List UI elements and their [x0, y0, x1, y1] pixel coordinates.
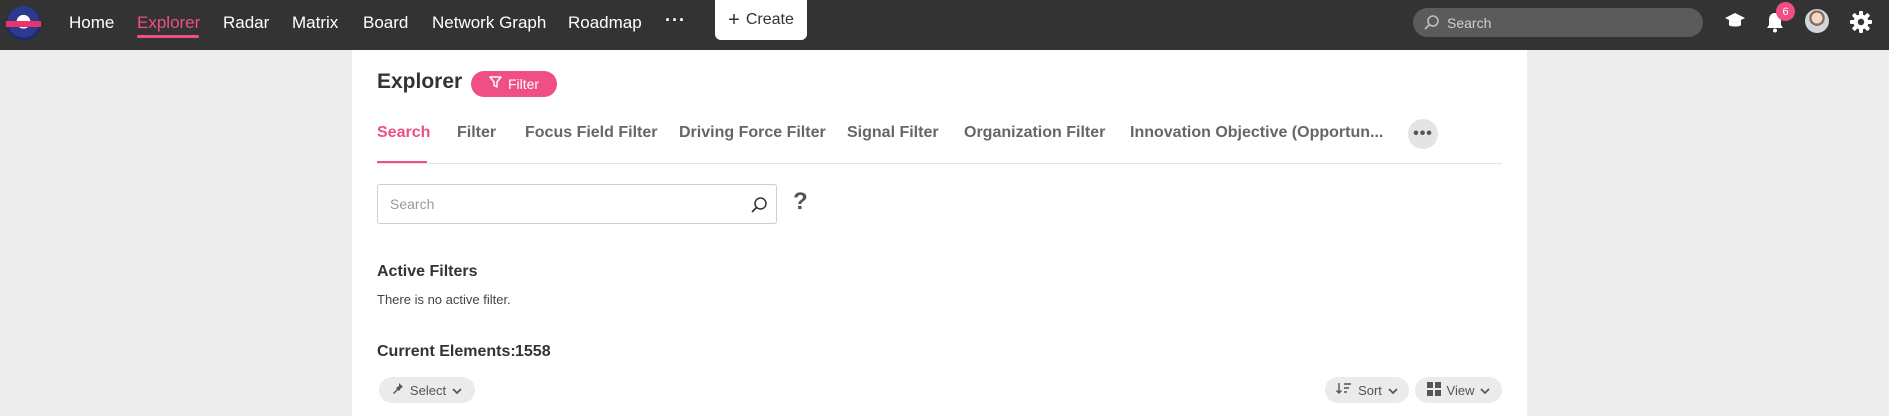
- logo-ribbon: [6, 21, 41, 27]
- global-search[interactable]: [1413, 8, 1703, 37]
- nav-item-roadmap[interactable]: Roadmap: [568, 13, 642, 33]
- help-icon[interactable]: ?: [793, 188, 808, 216]
- tab-search[interactable]: Search: [377, 124, 430, 142]
- no-active-filter-text: There is no active filter.: [377, 292, 511, 307]
- view-button[interactable]: View: [1415, 377, 1502, 403]
- app-logo[interactable]: [6, 6, 41, 41]
- active-filters-heading: Active Filters: [377, 263, 478, 280]
- sort-button-label: Sort: [1358, 382, 1382, 398]
- grid-view-icon: [1426, 381, 1441, 399]
- create-button[interactable]: + Create: [715, 0, 807, 40]
- pin-icon: [392, 382, 404, 398]
- search-icon: [1423, 14, 1440, 36]
- tab-innovation-objective[interactable]: Innovation Objective (Opportun...: [1130, 124, 1383, 142]
- nav-item-board[interactable]: Board: [363, 13, 408, 33]
- sort-icon: [1336, 382, 1352, 398]
- explorer-search-input[interactable]: [390, 185, 730, 223]
- chevron-down-icon: [1480, 383, 1491, 398]
- nav-item-explorer[interactable]: Explorer: [137, 13, 200, 33]
- tab-filter[interactable]: Filter: [457, 124, 496, 142]
- filter-button[interactable]: Filter: [471, 71, 557, 97]
- tab-focus-field-filter[interactable]: Focus Field Filter: [525, 124, 657, 142]
- filter-button-label: Filter: [507, 76, 540, 92]
- tab-organization-filter[interactable]: Organization Filter: [964, 124, 1105, 142]
- nav-more-button[interactable]: ···: [665, 10, 686, 31]
- tab-driving-force-filter[interactable]: Driving Force Filter: [679, 124, 826, 142]
- nav-item-matrix[interactable]: Matrix: [292, 13, 338, 33]
- search-icon[interactable]: [750, 196, 768, 219]
- chevron-down-icon: [1388, 383, 1398, 398]
- tabs-divider: [377, 163, 1502, 164]
- current-elements-count: 1558: [515, 343, 551, 360]
- tab-signal-filter[interactable]: Signal Filter: [847, 124, 939, 142]
- nav-item-radar[interactable]: Radar: [223, 13, 269, 33]
- sort-button[interactable]: Sort: [1325, 377, 1409, 403]
- current-elements-label: Current Elements:: [377, 343, 516, 360]
- plus-icon: +: [728, 9, 740, 31]
- gear-icon[interactable]: [1849, 10, 1873, 39]
- explorer-search[interactable]: [377, 184, 777, 224]
- view-button-label: View: [1446, 382, 1475, 398]
- tabs-more-button[interactable]: •••: [1408, 119, 1438, 149]
- notification-badge: 6: [1776, 2, 1795, 21]
- filter-icon: [489, 76, 502, 92]
- nav-item-network-graph[interactable]: Network Graph: [432, 13, 546, 33]
- chevron-down-icon: [452, 383, 462, 398]
- global-search-input[interactable]: [1447, 8, 1687, 37]
- create-button-label: Create: [745, 11, 794, 28]
- top-navigation-bar: Home Explorer Radar Matrix Board Network…: [0, 0, 1889, 50]
- graduation-cap-icon[interactable]: [1724, 11, 1746, 36]
- select-button-label: Select: [409, 382, 447, 398]
- select-button[interactable]: Select: [379, 377, 475, 403]
- page-title: Explorer: [377, 70, 463, 93]
- main-panel: [352, 50, 1527, 416]
- nav-item-home[interactable]: Home: [69, 13, 114, 33]
- avatar[interactable]: [1805, 9, 1829, 33]
- nav-active-indicator: [137, 35, 199, 38]
